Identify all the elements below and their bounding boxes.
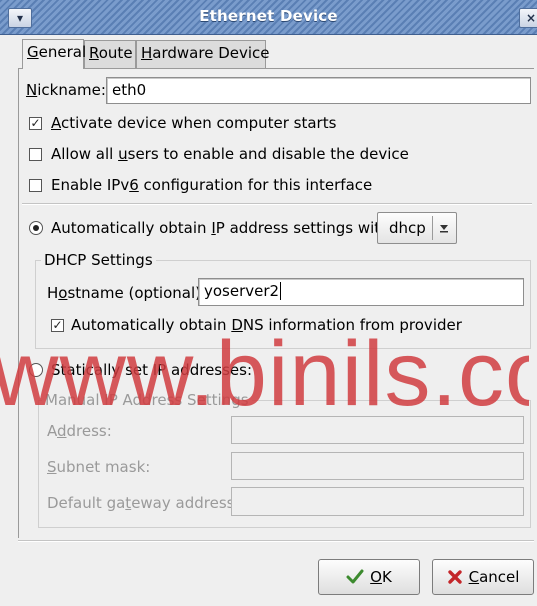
activate-label: Activate device when computer starts [51,114,337,132]
nickname-input[interactable]: eth0 [106,77,531,104]
tab-label: oute [98,44,133,62]
tab-general[interactable]: General [22,39,87,69]
gateway-label: Default gateway address: [47,494,240,512]
static-ip-radio[interactable] [29,363,43,377]
dropdown-divider [432,216,433,240]
text-cursor [280,282,282,300]
allow-users-label: Allow all users to enable and disable th… [51,145,409,163]
subnet-mask-label: Subnet mask: [47,458,151,476]
dns-checkbox[interactable]: ✓ [51,319,64,332]
separator [18,540,534,542]
hostname-label: Hostname (optional): [47,284,207,302]
manual-ip-settings-title: Manual IP Address Settings [42,391,252,409]
address-label: Address: [47,422,112,440]
dropdown-arrow-icon [440,225,448,233]
ipv6-checkbox[interactable] [29,179,42,192]
cancel-button[interactable]: Cancel [432,559,534,595]
ip-method-value: dhcp [389,219,426,237]
check-icon: ✓ [30,116,41,130]
ok-button[interactable]: OK [318,559,420,595]
nickname-value: eth0 [112,81,147,99]
ip-method-dropdown[interactable]: dhcp [377,212,457,244]
close-icon: × [525,11,537,25]
window-title: Ethernet Device [199,7,338,25]
tab-mnemonic: G [27,43,39,61]
activate-checkbox[interactable]: ✓ [29,117,42,130]
radio-dot [33,225,39,231]
tab-label: ardware Device [152,44,270,62]
subnet-mask-input[interactable] [231,452,524,480]
gateway-input[interactable] [231,487,524,516]
auto-ip-label: Automatically obtain IP address settings… [51,219,395,237]
cancel-label: Cancel [468,568,520,586]
nickname-label: Nickname: [26,81,106,99]
hostname-input[interactable]: yoserver2 [198,278,524,306]
close-button[interactable]: × [519,8,537,28]
tab-mnemonic: R [89,44,99,62]
separator [22,203,532,205]
tab-hardware-device[interactable]: Hardware Device [136,40,270,68]
tab-mnemonic: H [141,44,153,62]
title-bar[interactable]: ▾ Ethernet Device × [0,0,537,35]
dns-label: Automatically obtain DNS information fro… [71,316,462,334]
cancel-x-icon [447,570,462,584]
hostname-value: yoserver2 [204,282,280,300]
ipv6-label: Enable IPv6 configuration for this inter… [51,176,373,194]
tab-label: eneral [38,43,87,61]
static-ip-label: Statically set IP addresses: [51,361,253,379]
allow-users-checkbox[interactable] [29,148,42,161]
ok-label: OK [370,568,392,586]
tab-route[interactable]: Route [84,40,136,68]
auto-ip-radio[interactable] [29,221,43,235]
address-input[interactable] [231,416,524,444]
check-icon: ✓ [52,318,63,332]
checkmark-icon [346,569,364,584]
dhcp-settings-title: DHCP Settings [41,251,156,269]
